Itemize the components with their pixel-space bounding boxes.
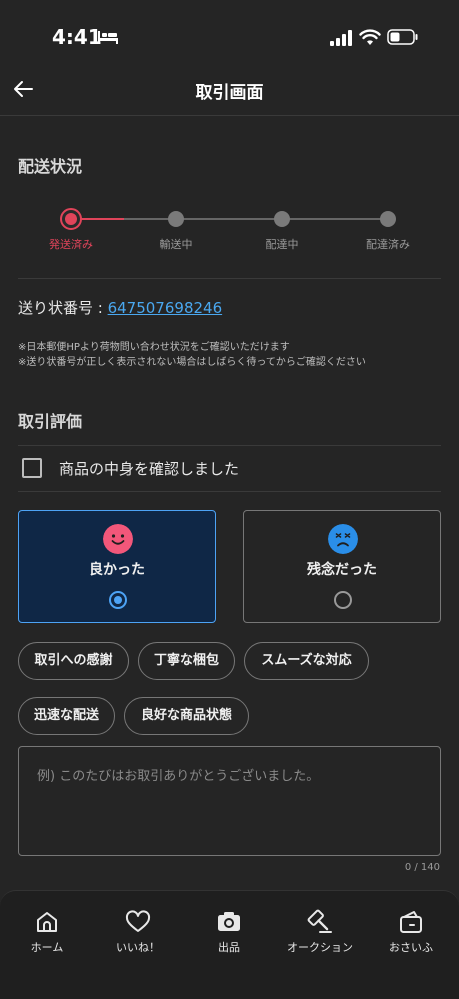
step-dot-2 xyxy=(168,211,184,227)
rating-bad-label: 残念だった xyxy=(307,562,377,578)
divider xyxy=(18,445,441,446)
tab-auction-label: オークション xyxy=(287,941,353,954)
camera-icon xyxy=(218,912,240,931)
bed-icon xyxy=(98,31,118,44)
smile-face-icon xyxy=(103,524,133,554)
confirm-contents-label: 商品の中身を確認しました xyxy=(59,460,240,478)
tracking-number-row: 送り状番号 : 647507698246 xyxy=(18,297,222,318)
battery-icon xyxy=(387,29,418,45)
rating-good-label: 良かった xyxy=(89,562,145,578)
header: 取引画面 xyxy=(0,70,459,116)
chip-smooth-response[interactable]: スムーズな対応 xyxy=(244,642,369,680)
tab-sell[interactable]: 出品 xyxy=(184,909,274,959)
step-label-2: 輸送中 xyxy=(159,238,193,251)
tab-auction[interactable]: オークション xyxy=(275,909,365,959)
signal-icon xyxy=(330,30,352,46)
sad-face-icon xyxy=(328,524,358,554)
home-icon xyxy=(37,912,57,932)
chip-careful-packing[interactable]: 丁寧な梱包 xyxy=(138,642,235,680)
character-counter: 0 / 140 xyxy=(404,862,440,873)
tab-sell-label: 出品 xyxy=(218,941,240,954)
tracking-note-1: ※日本郵便HPより荷物問い合わせ状況をご確認いただけます xyxy=(18,342,290,353)
tracking-note-2: ※送り状番号が正しく表示されない場合はしばらく待ってからご確認ください xyxy=(18,357,366,368)
tab-likes[interactable]: いいね！ xyxy=(93,909,183,959)
rating-bad-radio[interactable] xyxy=(334,591,352,609)
progress-track xyxy=(124,218,388,220)
tracking-number-link[interactable]: 647507698246 xyxy=(108,299,223,317)
step-dot-3 xyxy=(274,211,290,227)
page-title: 取引画面 xyxy=(195,83,264,103)
rating-bad-card[interactable]: 残念だった xyxy=(243,510,441,623)
chip-thanks[interactable]: 取引への感謝 xyxy=(18,642,129,680)
status-time: 4:41 xyxy=(52,25,102,49)
wifi-icon xyxy=(359,29,381,45)
bottom-tab-bar: ホーム いいね！ 出品 オークション おさいふ xyxy=(0,890,459,999)
tracking-label: 送り状番号 : xyxy=(18,299,108,317)
tab-home[interactable]: ホーム xyxy=(2,909,92,959)
rating-good-radio[interactable] xyxy=(109,591,127,609)
tab-wallet-label: おさいふ xyxy=(389,941,433,954)
tab-wallet[interactable]: おさいふ xyxy=(366,909,456,959)
step-label-3: 配達中 xyxy=(265,238,299,251)
confirm-contents-checkbox[interactable] xyxy=(22,458,42,478)
divider xyxy=(18,278,441,279)
chip-good-condition[interactable]: 良好な商品状態 xyxy=(124,697,249,735)
step-dot-1 xyxy=(60,208,82,230)
step-label-1: 発送済み xyxy=(49,238,93,251)
tab-home-label: ホーム xyxy=(30,941,64,954)
rating-good-card[interactable]: 良かった xyxy=(18,510,216,623)
wallet-icon xyxy=(400,911,422,933)
gavel-icon xyxy=(307,909,332,933)
comment-input[interactable] xyxy=(18,746,441,856)
status-bar: 4:41 xyxy=(0,0,459,70)
rating-section-title: 取引評価 xyxy=(18,412,83,431)
heart-icon xyxy=(125,910,151,932)
step-dot-4 xyxy=(380,211,396,227)
delivery-progress: 発送済み 輸送中 配達中 配達済み xyxy=(0,205,459,255)
step-label-4: 配達済み xyxy=(366,238,410,251)
chip-fast-shipping[interactable]: 迅速な配送 xyxy=(18,697,115,735)
delivery-section-title: 配送状況 xyxy=(18,157,83,176)
divider xyxy=(18,491,441,492)
tab-likes-label: いいね！ xyxy=(116,941,160,954)
